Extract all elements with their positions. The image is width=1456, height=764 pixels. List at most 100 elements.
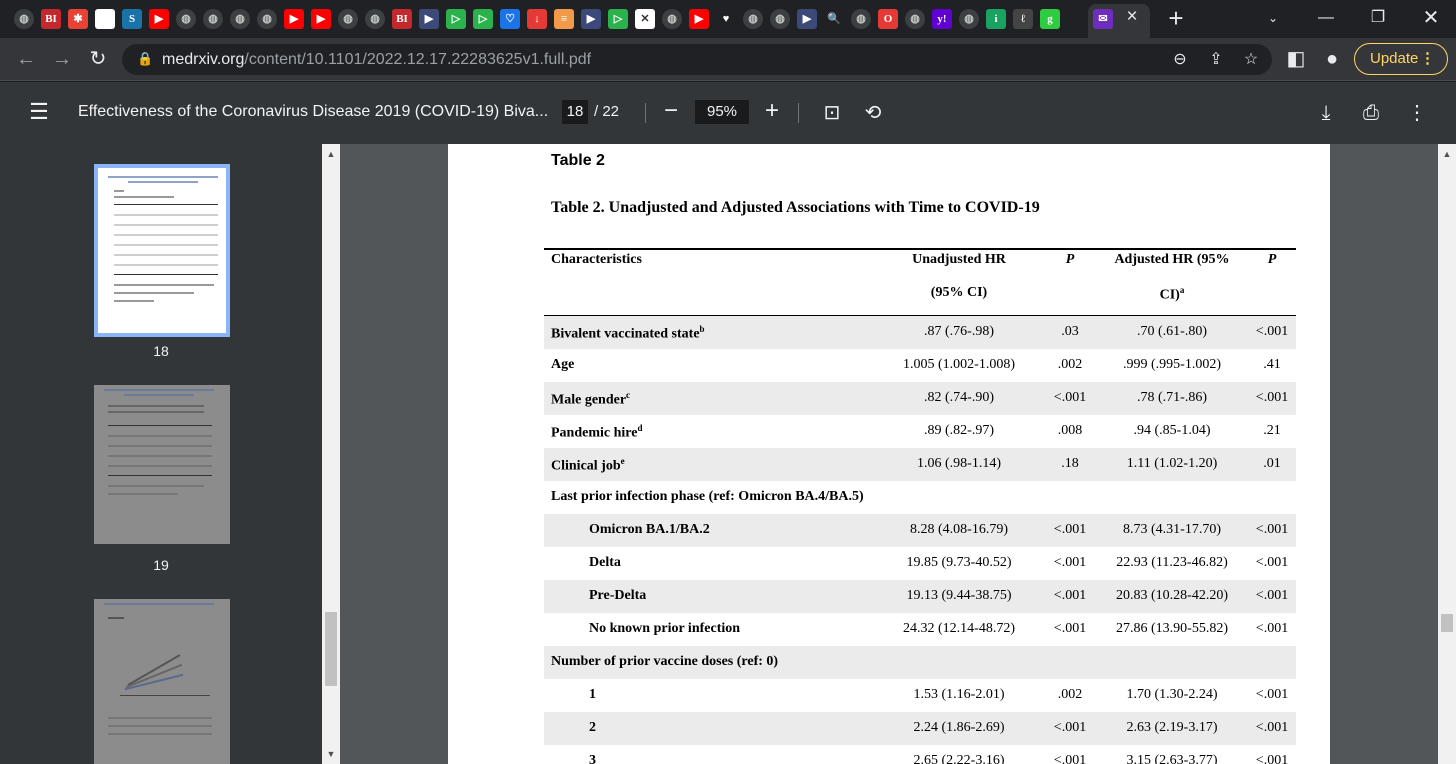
adjusted-hr-cell: 2.63 (2.19-3.17): [1126, 720, 1218, 735]
row-label-text: Male gender: [551, 392, 627, 408]
info-favicon-icon[interactable]: i: [986, 9, 1006, 29]
zoom-level-input[interactable]: 95%: [695, 100, 749, 124]
forward-icon[interactable]: →: [49, 46, 75, 72]
share-icon[interactable]: ⇪: [1204, 48, 1228, 72]
row-label: 1: [589, 687, 596, 703]
zoom-out-icon[interactable]: −: [657, 97, 685, 125]
unadjusted-hr-cell: 1.53 (1.16-2.01): [913, 687, 1005, 702]
lock-icon: 🔒: [137, 51, 154, 66]
page-number-input[interactable]: 18: [562, 100, 588, 124]
rotate-icon[interactable]: ⟲: [859, 99, 887, 127]
white-square-favicon-icon[interactable]: [95, 9, 115, 29]
opera-favicon-icon[interactable]: O: [878, 9, 898, 29]
tab-close-icon[interactable]: ×: [1122, 7, 1142, 27]
globe-favicon-icon[interactable]: ◍: [365, 9, 385, 29]
globe-favicon-icon[interactable]: ◍: [959, 9, 979, 29]
bookmark-star-icon[interactable]: ☆: [1239, 48, 1263, 72]
row-label: Number of prior vaccine doses (ref: 0): [551, 654, 778, 670]
p-value-cell: <.001: [1053, 621, 1087, 636]
globe-favicon-icon[interactable]: ◍: [176, 9, 196, 29]
row-label: Bivalent vaccinated stateb: [551, 324, 705, 343]
zoom-icon[interactable]: ⊖: [1168, 48, 1192, 72]
play-green-favicon-icon[interactable]: ▷: [608, 9, 628, 29]
globe-favicon-icon[interactable]: ◍: [14, 9, 34, 29]
page-thumbnail-18[interactable]: [94, 164, 230, 337]
row-label-text: Age: [551, 357, 575, 372]
bi-favicon-icon[interactable]: BI: [392, 9, 412, 29]
reload-icon[interactable]: ↻: [85, 46, 111, 72]
youtube-favicon-icon[interactable]: ▶: [689, 9, 709, 29]
window-close-icon[interactable]: ✕: [1416, 6, 1446, 30]
header-adjusted-ci: CI)a: [1102, 285, 1242, 304]
row-label-text: Clinical job: [551, 458, 621, 474]
youtube-favicon-icon[interactable]: ▶: [284, 9, 304, 29]
g-favicon-icon[interactable]: g: [1040, 9, 1060, 29]
adjusted-p-value-cell: <.001: [1255, 753, 1289, 764]
document-scrollbar[interactable]: ▲: [1438, 144, 1456, 764]
fit-page-icon[interactable]: ⊡: [818, 99, 846, 127]
menu-hamburger-icon[interactable]: ☰: [25, 98, 53, 126]
url-text[interactable]: medrxiv.org/content/10.1101/2022.12.17.2…: [162, 51, 591, 69]
globe-favicon-icon[interactable]: ◍: [338, 9, 358, 29]
scroll-up-icon[interactable]: ▲: [322, 146, 340, 162]
table-row: Male genderc .82 (.74-.90) <.001 .78 (.71-.…: [544, 382, 1296, 415]
address-bar[interactable]: 🔒 medrxiv.org/content/10.1101/2022.12.17…: [122, 44, 1272, 75]
restore-icon[interactable]: ❐: [1363, 6, 1393, 30]
profile-icon[interactable]: ●: [1319, 46, 1345, 72]
print-icon[interactable]: ⎙: [1357, 99, 1385, 127]
download-icon[interactable]: ⤓: [1312, 99, 1340, 127]
adjusted-p-value-cell: <.001: [1255, 720, 1289, 735]
sidebar-scrollbar[interactable]: ▲ ▼: [322, 144, 340, 764]
arrow-favicon-icon[interactable]: ▶: [581, 9, 601, 29]
heart-favicon-icon[interactable]: ♥: [716, 9, 736, 29]
play-green-favicon-icon[interactable]: ▷: [446, 9, 466, 29]
globe-favicon-icon[interactable]: ◍: [743, 9, 763, 29]
globe-favicon-icon[interactable]: ◍: [203, 9, 223, 29]
maps-favicon-icon[interactable]: ✕: [635, 9, 655, 29]
minimize-icon[interactable]: —: [1311, 6, 1341, 30]
globe-favicon-icon[interactable]: ◍: [662, 9, 682, 29]
unadjusted-hr-cell: .89 (.82-.97): [924, 423, 994, 438]
new-tab-button[interactable]: +: [1163, 5, 1189, 31]
globe-favicon-icon[interactable]: ◍: [230, 9, 250, 29]
arrow-favicon-icon[interactable]: ▶: [797, 9, 817, 29]
script-favicon-icon[interactable]: ℓ: [1013, 9, 1033, 29]
globe-favicon-icon[interactable]: ◍: [770, 9, 790, 29]
shield-favicon-icon[interactable]: ♡: [500, 9, 520, 29]
stat-favicon-icon[interactable]: S: [122, 9, 142, 29]
side-panel-icon[interactable]: ◧: [1283, 46, 1309, 72]
adjusted-hr-cell: 22.93 (11.23-46.82): [1116, 555, 1228, 570]
zoom-in-icon[interactable]: +: [758, 97, 786, 125]
header-p2: P: [1267, 252, 1277, 267]
scroll-up-icon[interactable]: ▲: [1438, 146, 1456, 162]
header-adjusted-ci-text: CI): [1159, 287, 1180, 303]
back-icon[interactable]: ←: [13, 46, 39, 72]
scroll-down-icon[interactable]: ▼: [322, 746, 340, 762]
pdf-page: Table 2 Table 2. Unadjusted and Adjusted…: [448, 144, 1330, 764]
download-red-favicon-icon[interactable]: ↓: [527, 9, 547, 29]
table-caption: Table 2. Unadjusted and Adjusted Associa…: [551, 199, 1040, 216]
globe-favicon-icon[interactable]: ◍: [851, 9, 871, 29]
p-value-cell: .03: [1061, 324, 1079, 339]
page-total: / 22: [594, 103, 620, 120]
play-green-favicon-icon[interactable]: ▷: [473, 9, 493, 29]
unadjusted-hr-cell: 24.32 (12.14-48.72): [903, 621, 1015, 636]
globe-favicon-icon[interactable]: ◍: [905, 9, 925, 29]
search-favicon-icon[interactable]: 🔍: [824, 9, 844, 29]
rss-favicon-icon[interactable]: ≡: [554, 9, 574, 29]
bi-favicon-icon[interactable]: BI: [41, 9, 61, 29]
sidebar-scrollbar-thumb[interactable]: [325, 612, 337, 686]
youtube-favicon-icon[interactable]: ▶: [311, 9, 331, 29]
page-thumbnail-19[interactable]: [94, 385, 230, 544]
pinwheel-favicon-icon[interactable]: ✱: [68, 9, 88, 29]
arrow-favicon-icon[interactable]: ▶: [419, 9, 439, 29]
update-button[interactable]: Update ⋮: [1354, 43, 1448, 75]
globe-favicon-icon[interactable]: ◍: [257, 9, 277, 29]
page-thumbnail-20[interactable]: [94, 599, 230, 764]
row-label: Pandemic hired: [551, 423, 642, 442]
youtube-favicon-icon[interactable]: ▶: [149, 9, 169, 29]
more-options-icon[interactable]: ⋮: [1403, 99, 1431, 127]
document-scrollbar-thumb[interactable]: [1441, 614, 1453, 632]
tab-search-chevron-icon[interactable]: ⌄: [1258, 6, 1288, 30]
y--favicon-icon[interactable]: y!: [932, 9, 952, 29]
